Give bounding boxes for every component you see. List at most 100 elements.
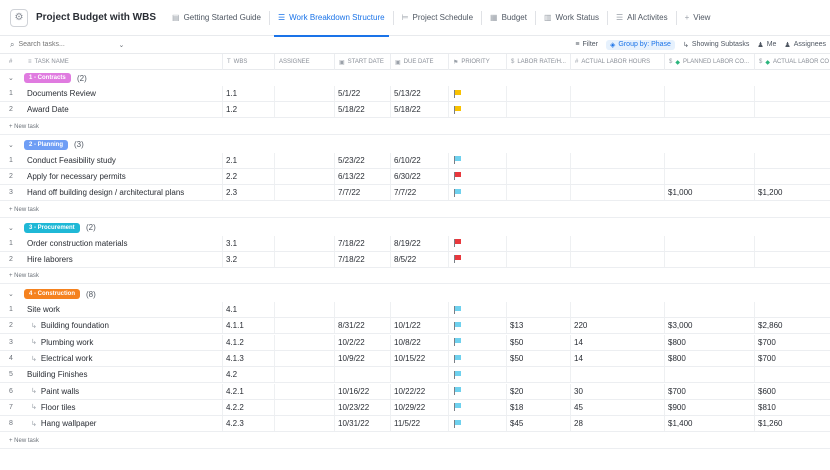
group-label[interactable]: 1 - Contracts	[24, 73, 71, 83]
actual-hours-cell[interactable]	[570, 102, 664, 118]
assignee-cell[interactable]	[274, 367, 334, 383]
priority-cell[interactable]	[448, 367, 506, 383]
priority-cell[interactable]	[448, 383, 506, 399]
start-date-cell[interactable]: 7/7/22	[334, 185, 390, 201]
actual-hours-cell[interactable]: 30	[570, 383, 664, 399]
labor-rate-cell[interactable]	[506, 235, 570, 251]
due-date-cell[interactable]	[390, 367, 448, 383]
actual-cost-cell[interactable]: $1,200	[754, 185, 830, 201]
actual-hours-cell[interactable]: 14	[570, 351, 664, 366]
assignee-cell[interactable]	[274, 351, 334, 366]
labor-rate-cell[interactable]: $20	[506, 383, 570, 399]
wbs-cell[interactable]: 4.1	[222, 302, 274, 318]
actual-hours-cell[interactable]	[570, 152, 664, 168]
labor-rate-cell[interactable]	[506, 251, 570, 267]
planned-cost-cell[interactable]	[664, 86, 754, 101]
task-name-cell[interactable]: ↳ Paint walls	[24, 384, 222, 399]
group-by-button[interactable]: ◈ Group by: Phase	[606, 39, 675, 50]
labor-rate-cell[interactable]: $13	[506, 318, 570, 334]
due-date-cell[interactable]: 10/1/22	[390, 318, 448, 334]
actual-cost-cell[interactable]: $2,860	[754, 318, 830, 334]
task-name-cell[interactable]: Site work	[24, 302, 222, 317]
assignee-cell[interactable]	[274, 102, 334, 118]
start-date-cell[interactable]: 5/1/22	[334, 86, 390, 101]
wbs-cell[interactable]: 2.2	[222, 168, 274, 184]
labor-rate-cell[interactable]	[506, 367, 570, 383]
task-name-cell[interactable]: ↳ Electrical work	[24, 351, 222, 366]
planned-cost-cell[interactable]	[664, 235, 754, 251]
due-date-cell[interactable]: 10/15/22	[390, 351, 448, 366]
wbs-cell[interactable]: 3.1	[222, 235, 274, 251]
assignee-cell[interactable]	[274, 318, 334, 334]
task-name-cell[interactable]: Order construction materials	[24, 236, 222, 251]
table-row[interactable]: 5 Building Finishes 4.2	[0, 367, 830, 384]
assignee-cell[interactable]	[274, 416, 334, 432]
priority-cell[interactable]	[448, 302, 506, 318]
search-input[interactable]	[18, 41, 119, 48]
actual-cost-cell[interactable]: $700	[754, 334, 830, 350]
table-row[interactable]: 1 Documents Review 1.1 5/1/22 5/13/22	[0, 86, 830, 102]
table-row[interactable]: 6 ↳ Paint walls 4.2.1 10/16/22 10/22/22 $20 30 $…	[0, 383, 830, 400]
due-date-cell[interactable]: 10/22/22	[390, 383, 448, 399]
labor-rate-cell[interactable]: $50	[506, 351, 570, 366]
priority-cell[interactable]	[448, 351, 506, 366]
actual-cost-cell[interactable]	[754, 152, 830, 168]
labor-rate-cell[interactable]: $18	[506, 399, 570, 415]
column-header-start-date[interactable]: ▣ START DATE	[334, 54, 390, 70]
assignee-cell[interactable]	[274, 168, 334, 184]
wbs-cell[interactable]: 4.1.2	[222, 334, 274, 350]
column-header-task-name[interactable]: ≡ TASK NAME	[24, 54, 222, 70]
actual-hours-cell[interactable]	[570, 86, 664, 101]
start-date-cell[interactable]	[334, 302, 390, 318]
actual-cost-cell[interactable]: $810	[754, 399, 830, 415]
actual-cost-cell[interactable]: $600	[754, 383, 830, 399]
priority-cell[interactable]	[448, 168, 506, 184]
start-date-cell[interactable]	[334, 367, 390, 383]
labor-rate-cell[interactable]: $45	[506, 416, 570, 432]
actual-cost-cell[interactable]	[754, 168, 830, 184]
subtasks-button[interactable]: ↳ Showing Subtasks	[683, 41, 749, 49]
planned-cost-cell[interactable]: $1,400	[664, 416, 754, 432]
tab-work-breakdown-structure[interactable]: ☰ Work Breakdown Structure	[272, 0, 391, 37]
priority-cell[interactable]	[448, 318, 506, 334]
due-date-cell[interactable]: 10/8/22	[390, 334, 448, 350]
planned-cost-cell[interactable]	[664, 168, 754, 184]
task-name-cell[interactable]: Building Finishes	[24, 367, 222, 382]
wbs-cell[interactable]: 1.1	[222, 86, 274, 101]
column-header-due-date[interactable]: ▣ DUE DATE	[390, 54, 448, 70]
wbs-cell[interactable]: 4.2	[222, 367, 274, 383]
assignee-cell[interactable]	[274, 235, 334, 251]
column-header-assignee[interactable]: ASSIGNEE	[274, 54, 334, 70]
start-date-cell[interactable]: 10/23/22	[334, 399, 390, 415]
actual-cost-cell[interactable]	[754, 251, 830, 267]
due-date-cell[interactable]: 11/5/22	[390, 416, 448, 432]
table-row[interactable]: 3 Hand off building design / architectura…	[0, 185, 830, 202]
wbs-cell[interactable]: 4.2.1	[222, 383, 274, 399]
actual-hours-cell[interactable]	[570, 235, 664, 251]
me-button[interactable]: ♟ Me	[757, 41, 776, 49]
wbs-cell[interactable]: 4.2.3	[222, 416, 274, 432]
task-name-cell[interactable]: Documents Review	[24, 86, 222, 101]
due-date-cell[interactable]: 6/10/22	[390, 152, 448, 168]
planned-cost-cell[interactable]	[664, 302, 754, 318]
planned-cost-cell[interactable]	[664, 367, 754, 383]
actual-hours-cell[interactable]	[570, 251, 664, 267]
actual-cost-cell[interactable]	[754, 235, 830, 251]
column-header-labor-rate[interactable]: $ LABOR RATE/H...	[506, 54, 570, 70]
priority-cell[interactable]	[448, 102, 506, 118]
actual-cost-cell[interactable]: $700	[754, 351, 830, 366]
assignee-cell[interactable]	[274, 383, 334, 399]
table-row[interactable]: 3 ↳ Plumbing work 4.1.2 10/2/22 10/8/22 $50 14 $…	[0, 334, 830, 351]
due-date-cell[interactable]: 6/30/22	[390, 168, 448, 184]
actual-cost-cell[interactable]	[754, 302, 830, 318]
chevron-down-icon[interactable]: ⌄	[118, 41, 124, 49]
due-date-cell[interactable]: 8/5/22	[390, 251, 448, 267]
start-date-cell[interactable]: 6/13/22	[334, 168, 390, 184]
due-date-cell[interactable]: 5/13/22	[390, 86, 448, 101]
labor-rate-cell[interactable]	[506, 102, 570, 118]
planned-cost-cell[interactable]	[664, 152, 754, 168]
labor-rate-cell[interactable]	[506, 302, 570, 318]
task-name-cell[interactable]: ↳ Plumbing work	[24, 335, 222, 350]
add-view-button[interactable]: + View	[679, 0, 717, 36]
start-date-cell[interactable]: 7/18/22	[334, 251, 390, 267]
